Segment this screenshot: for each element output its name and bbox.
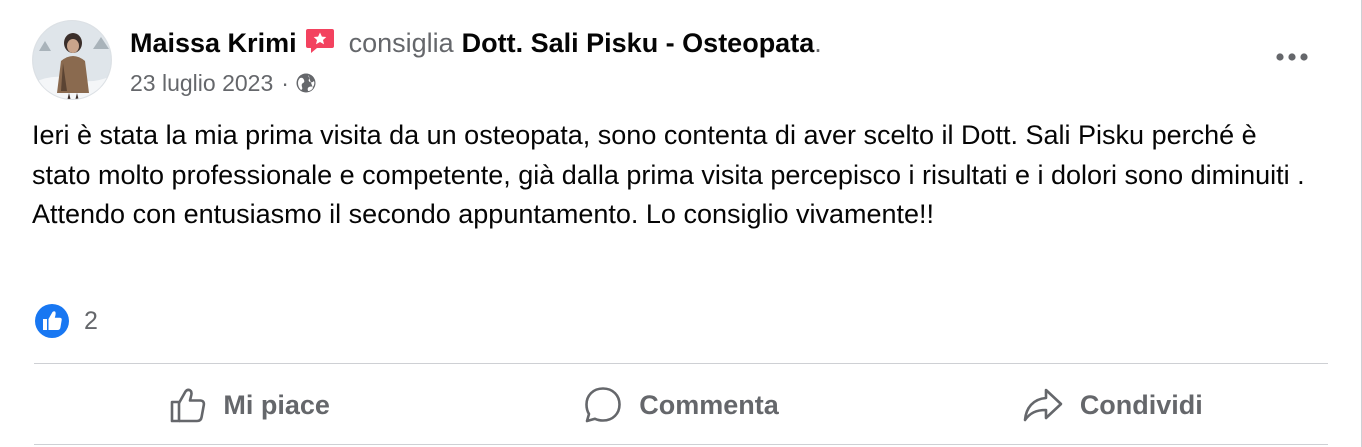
meta-separator: ·: [281, 69, 289, 96]
reactions-summary[interactable]: 2: [34, 303, 98, 339]
reaction-count: 2: [84, 306, 98, 335]
recommendation-post-card: Maissa Krimi consiglia Dott. Sali Pisku …: [0, 0, 1362, 447]
share-arrow-icon: [1023, 388, 1063, 422]
post-meta: 23 luglio 2023 ·: [130, 67, 317, 99]
like-reaction-icon: [34, 303, 70, 339]
globe-icon[interactable]: [295, 72, 317, 94]
like-button-label: Mi piace: [223, 389, 330, 420]
like-button[interactable]: Mi piace: [34, 366, 465, 444]
avatar[interactable]: [32, 20, 112, 100]
header-period: .: [814, 27, 822, 58]
more-options-button[interactable]: [1270, 42, 1314, 72]
post-actions-bar: Mi piace Commenta Condividi: [34, 366, 1328, 444]
recommended-page-name[interactable]: Dott. Sali Pisku - Osteopata: [462, 28, 815, 59]
recommend-verb: consiglia: [348, 27, 454, 58]
comment-bubble-icon: [585, 387, 622, 423]
comment-button[interactable]: Commenta: [465, 366, 896, 444]
post-body-text: Ieri è stata la mia prima visita da un o…: [32, 120, 1305, 229]
author-name[interactable]: Maissa Krimi: [130, 28, 297, 59]
more-options-icon: [1276, 53, 1308, 61]
actions-divider-top: [34, 363, 1328, 364]
actions-divider-bottom: [34, 444, 1328, 445]
share-button-label: Condividi: [1079, 389, 1203, 420]
share-button[interactable]: Condividi: [897, 366, 1328, 444]
post-header: Maissa Krimi consiglia Dott. Sali Pisku …: [130, 26, 822, 60]
post-date[interactable]: 23 luglio 2023: [130, 70, 273, 97]
thumbs-up-icon: [171, 388, 206, 423]
comment-button-label: Commenta: [639, 389, 779, 420]
recommend-star-icon: [305, 27, 335, 55]
